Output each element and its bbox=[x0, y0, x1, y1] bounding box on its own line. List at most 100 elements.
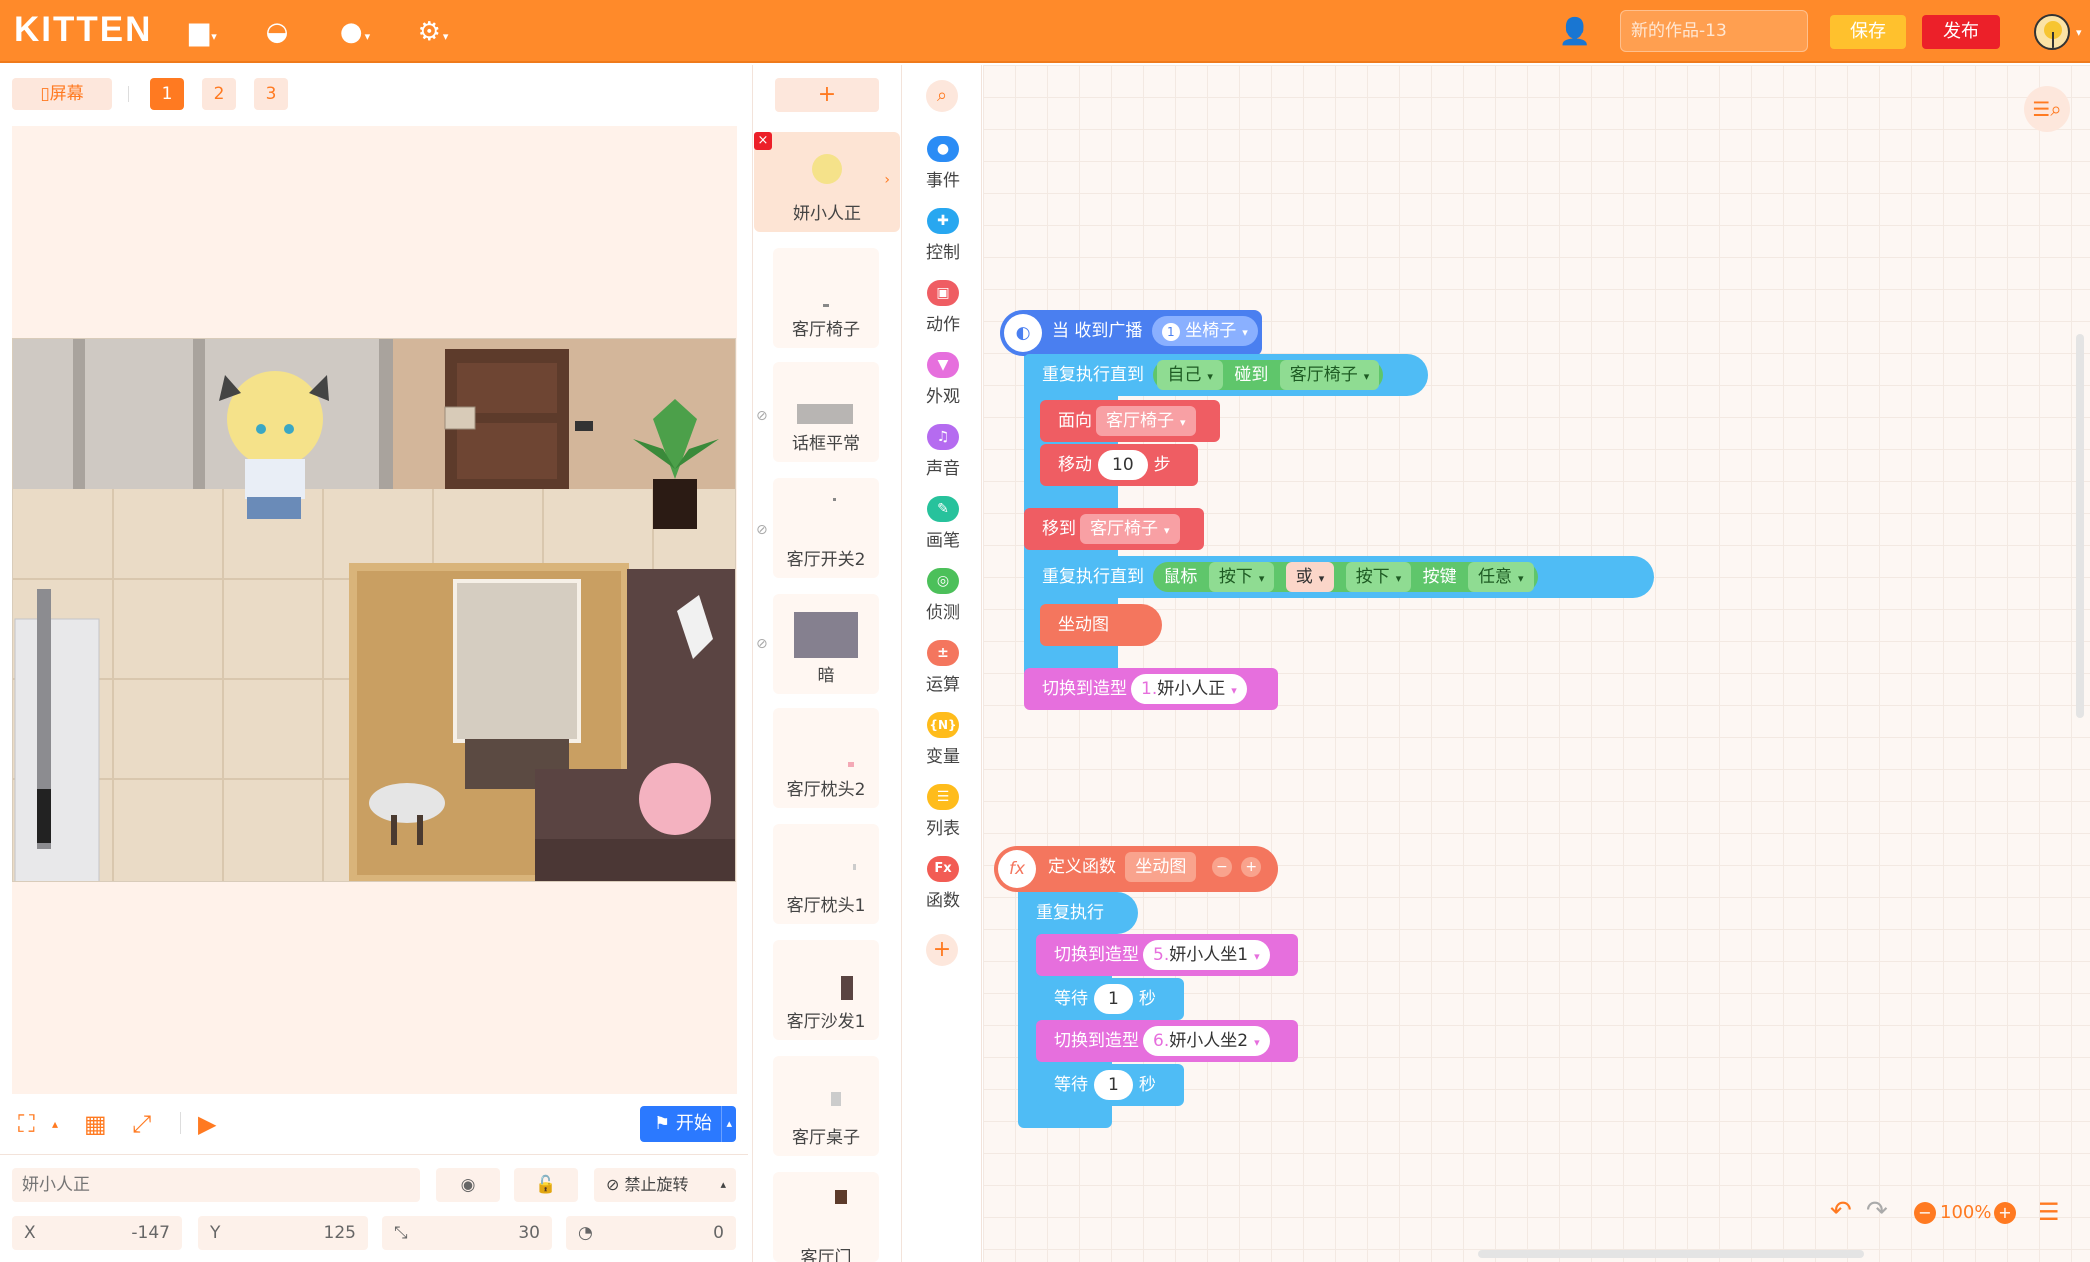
x-field[interactable]: X -147 bbox=[12, 1216, 182, 1250]
touching-condition[interactable]: 自己 ▾ 碰到 客厅椅子 ▾ bbox=[1153, 360, 1384, 390]
face-target-select[interactable]: 客厅椅子 ▾ bbox=[1096, 406, 1196, 436]
rotation-field[interactable]: ◔ 0 bbox=[566, 1216, 736, 1250]
mouse-state-select[interactable]: 按下 ▾ bbox=[1208, 562, 1275, 592]
user-avatar[interactable] bbox=[2034, 14, 2070, 50]
wait-block[interactable]: 等待 1 秒 bbox=[1036, 1064, 1184, 1106]
hidden-eye-icon[interactable]: ⊘ bbox=[756, 522, 768, 538]
stage-size-caret-icon[interactable]: ▴ bbox=[52, 1108, 58, 1140]
function-name-field[interactable]: 坐动图 bbox=[1125, 852, 1197, 882]
avatar-chevron-icon[interactable]: ▾ bbox=[2076, 26, 2082, 39]
sprite-item[interactable]: 话框平常 bbox=[773, 362, 879, 462]
costume-select[interactable]: 1.妍小人正 ▾ bbox=[1131, 674, 1247, 704]
repeat-until-block[interactable]: 重复执行直到 自己 ▾ 碰到 客厅椅子 ▾ bbox=[1024, 354, 1428, 396]
visibility-eye-icon[interactable]: ◉ bbox=[436, 1168, 500, 1202]
rotation-value[interactable]: 0 bbox=[713, 1216, 724, 1250]
search-blocks-icon[interactable]: ⌕ bbox=[926, 80, 958, 112]
size-value[interactable]: 30 bbox=[518, 1216, 540, 1250]
category-sound[interactable]: ♫ 声音 bbox=[912, 424, 974, 479]
category-pen[interactable]: ✎ 画笔 bbox=[912, 496, 974, 551]
add-param-icon[interactable]: + bbox=[1241, 857, 1262, 877]
sprite-item[interactable]: 客厅门 bbox=[773, 1172, 879, 1262]
target-select[interactable]: 客厅椅子 ▾ bbox=[1279, 360, 1380, 390]
sprite-item[interactable]: 客厅枕头1 bbox=[773, 824, 879, 924]
grid-icon[interactable]: ▦ bbox=[84, 1108, 107, 1140]
category-functions[interactable]: Fx 函数 bbox=[912, 856, 974, 911]
wait-seconds-input[interactable]: 1 bbox=[1094, 1070, 1133, 1100]
key-select[interactable]: 任意 ▾ bbox=[1468, 562, 1534, 592]
sprite-item[interactable]: 客厅枕头2 bbox=[773, 708, 879, 808]
add-extension-icon[interactable]: + bbox=[926, 934, 958, 966]
switch-costume-block[interactable]: 切换到造型 6.妍小人坐2 ▾ bbox=[1036, 1020, 1298, 1062]
save-local-icon[interactable]: ◒ bbox=[256, 16, 298, 48]
key-state-select[interactable]: 按下 ▾ bbox=[1345, 562, 1412, 592]
sprite-name-input[interactable] bbox=[12, 1168, 420, 1202]
help-icon[interactable]: ● ▾ bbox=[334, 16, 376, 48]
lock-icon[interactable]: 🔓 bbox=[514, 1168, 578, 1202]
sprite-item[interactable]: 暗 bbox=[773, 594, 879, 694]
work-name-input[interactable] bbox=[1620, 10, 1808, 52]
category-looks[interactable]: ▼ 外观 bbox=[912, 352, 974, 407]
repeat-forever-block[interactable]: 重复执行 bbox=[1018, 892, 1138, 934]
call-function-block[interactable]: 坐动图 bbox=[1040, 604, 1162, 646]
remove-param-icon[interactable]: − bbox=[1211, 857, 1232, 877]
costume-select[interactable]: 6.妍小人坐2 ▾ bbox=[1143, 1026, 1270, 1056]
chevron-right-icon[interactable]: › bbox=[884, 172, 890, 188]
move-steps-input[interactable]: 10 bbox=[1098, 450, 1148, 480]
hidden-eye-icon[interactable]: ⊘ bbox=[756, 636, 768, 652]
category-events[interactable]: ● 事件 bbox=[912, 136, 974, 191]
align-blocks-icon[interactable]: ☰ bbox=[2038, 1198, 2060, 1226]
move-to-target-select[interactable]: 客厅椅子 ▾ bbox=[1080, 514, 1180, 544]
screen-tab-3[interactable]: 3 bbox=[254, 78, 288, 110]
screen-tab[interactable]: ▯屏幕 bbox=[12, 78, 112, 110]
when-receive-broadcast-block[interactable]: ◐ 当 收到广播 1 坐椅子 ▾ bbox=[1000, 310, 1262, 356]
undo-icon[interactable]: ↶ bbox=[1830, 1196, 1852, 1226]
category-control[interactable]: ✚ 控制 bbox=[912, 208, 974, 263]
category-motion[interactable]: ▣ 动作 bbox=[912, 280, 974, 335]
publish-button[interactable]: 发布 bbox=[1922, 15, 2000, 49]
define-function-block[interactable]: fx 定义函数 坐动图 − + bbox=[994, 846, 1278, 892]
sprite-item[interactable]: 客厅开关2 bbox=[773, 478, 879, 578]
category-variables[interactable]: {N} 变量 bbox=[912, 712, 974, 767]
start-button[interactable]: ⚑ 开始 ▴ bbox=[640, 1106, 736, 1142]
screen-tab-1[interactable]: 1 bbox=[150, 78, 184, 110]
settings-gear-icon[interactable]: ⚙ ▾ bbox=[412, 16, 454, 48]
move-block[interactable]: 移动 10 步 bbox=[1040, 444, 1198, 486]
add-sprite-button[interactable]: + bbox=[775, 78, 879, 112]
wait-block[interactable]: 等待 1 秒 bbox=[1036, 978, 1184, 1020]
category-operators[interactable]: ± 运算 bbox=[912, 640, 974, 695]
broadcast-select[interactable]: 1 坐椅子 ▾ bbox=[1151, 316, 1258, 346]
vertical-scrollbar[interactable] bbox=[2076, 334, 2084, 718]
category-sensing[interactable]: ◎ 侦测 bbox=[912, 568, 974, 623]
y-value[interactable]: 125 bbox=[324, 1216, 356, 1250]
redo-icon[interactable]: ↷ bbox=[1866, 1196, 1888, 1226]
horizontal-scrollbar[interactable] bbox=[1478, 1250, 1864, 1258]
costume-select[interactable]: 5.妍小人坐1 ▾ bbox=[1143, 940, 1270, 970]
size-field[interactable]: ⤡ 30 bbox=[382, 1216, 552, 1250]
screen-tab-2[interactable]: 2 bbox=[202, 78, 236, 110]
delete-sprite-icon[interactable]: × bbox=[754, 132, 772, 150]
move-to-block[interactable]: 移到 客厅椅子 ▾ bbox=[1024, 508, 1204, 550]
repeat-until-block[interactable]: 重复执行直到 鼠标 按下 ▾ 或 ▾ 按下 ▾ 按键 任意 ▾ bbox=[1024, 556, 1654, 598]
stage-size-icon[interactable]: ⛶ bbox=[18, 1108, 35, 1140]
sprite-item[interactable]: × › 妍小人正 bbox=[754, 132, 900, 232]
x-value[interactable]: -147 bbox=[131, 1216, 170, 1250]
switch-costume-block[interactable]: 切换到造型 5.妍小人坐1 ▾ bbox=[1036, 934, 1298, 976]
sprite-item[interactable]: 客厅椅子 bbox=[773, 248, 879, 348]
wait-seconds-input[interactable]: 1 bbox=[1094, 984, 1133, 1014]
file-menu-icon[interactable]: ▆ ▾ bbox=[182, 16, 224, 48]
sprite-item[interactable]: 客厅沙发1 bbox=[773, 940, 879, 1040]
stage-scene-image[interactable] bbox=[12, 338, 736, 882]
hidden-eye-icon[interactable]: ⊘ bbox=[756, 408, 768, 424]
y-field[interactable]: Y 125 bbox=[198, 1216, 368, 1250]
code-search-icon[interactable]: ☰⌕ bbox=[2024, 86, 2070, 132]
sprite-item[interactable]: 客厅桌子 bbox=[773, 1056, 879, 1156]
category-lists[interactable]: ☰ 列表 bbox=[912, 784, 974, 839]
or-select[interactable]: 或 ▾ bbox=[1285, 562, 1335, 592]
rotation-mode-select[interactable]: ⊘ 禁止旋转 ▴ bbox=[594, 1168, 736, 1202]
zoom-in-icon[interactable]: + bbox=[1994, 1202, 2016, 1224]
zoom-out-icon[interactable]: − bbox=[1914, 1202, 1936, 1224]
add-collaborator-icon[interactable]: 👤 bbox=[1554, 16, 1596, 48]
fullscreen-icon[interactable]: ⤢ bbox=[132, 1108, 151, 1140]
record-video-icon[interactable]: ▶ bbox=[198, 1108, 216, 1140]
or-condition[interactable]: 鼠标 按下 ▾ 或 ▾ 按下 ▾ 按键 任意 ▾ bbox=[1153, 562, 1538, 592]
